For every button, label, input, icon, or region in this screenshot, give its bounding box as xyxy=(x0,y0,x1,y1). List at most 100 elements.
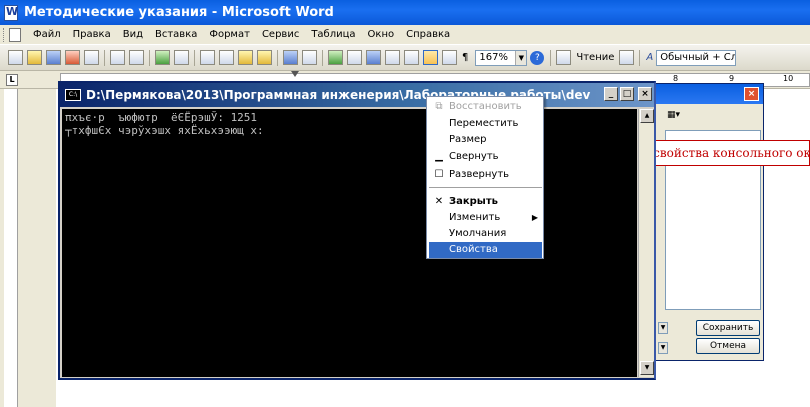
menu-grip xyxy=(3,27,6,42)
ruler-number: 10 xyxy=(783,74,794,83)
menu-insert[interactable]: Вставка xyxy=(149,29,203,40)
read-mode-icon[interactable] xyxy=(556,50,572,65)
spelling-icon[interactable] xyxy=(155,50,170,65)
console-output[interactable]: πхъє·р ъюфютр ёЄЁрэшЎ: 1251 ┬тхфшЄх чэрў… xyxy=(62,109,637,377)
copy-icon[interactable] xyxy=(219,50,234,65)
console-line: ┬тхфшЄх чэрўхэшх яхЁхьхээющ х: xyxy=(65,124,264,137)
read-mode-button[interactable]: Чтение xyxy=(573,52,617,63)
console-scrollbar[interactable]: ▲ ▼ xyxy=(638,109,654,377)
scroll-up-icon[interactable]: ▲ xyxy=(640,109,654,123)
menu-item-restore[interactable]: ⧉ Восстановить xyxy=(429,99,542,115)
toolbar-separator xyxy=(149,49,150,66)
console-title-bar[interactable]: C:\ D:\Пермякова\2013\Программная инжене… xyxy=(60,83,654,107)
toolbar-separator xyxy=(322,49,323,66)
menu-item-label: Размер xyxy=(449,134,487,145)
open-folder-icon[interactable] xyxy=(27,50,42,65)
hyperlink-icon[interactable] xyxy=(328,50,343,65)
tab-selector-icon[interactable]: L xyxy=(6,74,18,86)
insert-table-icon[interactable] xyxy=(366,50,381,65)
word-title-text: Методические указания - Microsoft Word xyxy=(24,5,334,20)
zoom-select[interactable]: 167% ▼ xyxy=(475,49,528,66)
indent-marker-icon[interactable] xyxy=(291,71,299,77)
close-icon: ✕ xyxy=(434,196,444,207)
styles-icon[interactable]: A xyxy=(643,52,656,63)
menu-item-label: Умолчания xyxy=(449,228,507,239)
menu-item-label: Закрыть xyxy=(449,196,498,207)
chevron-down-icon[interactable]: ▼ xyxy=(658,322,668,334)
console-maximize-button[interactable]: □ xyxy=(620,87,634,101)
console-minimize-button[interactable]: _ xyxy=(604,87,618,101)
document-icon[interactable] xyxy=(9,27,21,42)
menu-item-edit[interactable]: Изменить ▶ xyxy=(429,210,542,226)
show-formatting-icon[interactable]: ¶ xyxy=(459,52,471,63)
console-close-button[interactable]: × xyxy=(638,87,652,101)
menu-help[interactable]: Справка xyxy=(400,29,456,40)
menu-tools[interactable]: Сервис xyxy=(256,29,305,40)
print-preview-icon[interactable] xyxy=(129,50,144,65)
screen: Методические указания - Microsoft Word Ф… xyxy=(0,0,810,407)
console-line: πхъє·р ъюфютр ёЄЁрэшЎ: 1251 xyxy=(65,111,258,124)
menu-window[interactable]: Окно xyxy=(362,29,401,40)
drawing-icon[interactable] xyxy=(423,50,438,65)
menu-edit[interactable]: Правка xyxy=(67,29,117,40)
scroll-down-icon[interactable]: ▼ xyxy=(640,361,654,375)
dialog-close-button[interactable]: × xyxy=(744,87,759,101)
menu-item-label: Свернуть xyxy=(449,151,499,162)
print-icon[interactable] xyxy=(110,50,125,65)
toolbar-options-icon[interactable] xyxy=(619,50,635,65)
menu-separator xyxy=(429,187,542,188)
toolbar-separator xyxy=(639,49,641,66)
word-app-icon xyxy=(4,4,18,21)
tables-borders-icon[interactable] xyxy=(347,50,362,65)
chevron-down-icon[interactable]: ▼ xyxy=(658,342,668,354)
toolbar-separator xyxy=(550,49,552,66)
console-icon[interactable]: C:\ xyxy=(65,89,81,101)
columns-icon[interactable] xyxy=(404,50,419,65)
standard-toolbar: ¶ 167% ▼ ? Чтение A Обычный + Сле xyxy=(0,45,810,71)
menu-item-label: Переместить xyxy=(449,118,519,129)
left-margin-area xyxy=(0,89,56,407)
word-title-bar: Методические указания - Microsoft Word xyxy=(0,0,810,25)
system-menu: ⧉ Восстановить Переместить Размер ▁ Свер… xyxy=(426,96,544,259)
minimize-icon: ▁ xyxy=(435,151,443,162)
menu-item-maximize[interactable]: ☐ Развернуть xyxy=(429,167,542,183)
dialog-view-icon[interactable]: ▦▾ xyxy=(667,110,707,124)
menu-file[interactable]: Файл xyxy=(27,29,67,40)
menu-table[interactable]: Таблица xyxy=(305,29,361,40)
menu-item-properties[interactable]: Свойства xyxy=(429,242,542,258)
research-icon[interactable] xyxy=(174,50,189,65)
insert-excel-icon[interactable] xyxy=(385,50,400,65)
menu-item-label: Свойства xyxy=(449,244,498,255)
restore-icon: ⧉ xyxy=(435,101,443,112)
style-select[interactable]: Обычный + Сле xyxy=(656,49,737,66)
cut-icon[interactable] xyxy=(200,50,215,65)
save-button[interactable]: Сохранить xyxy=(696,320,760,336)
zoom-value: 167% xyxy=(479,51,508,63)
email-icon[interactable] xyxy=(84,50,99,65)
format-painter-icon[interactable] xyxy=(257,50,272,65)
menu-item-size[interactable]: Размер xyxy=(429,132,542,148)
permission-icon[interactable] xyxy=(65,50,80,65)
word-menu-bar: Файл Правка Вид Вставка Формат Сервис Та… xyxy=(0,25,810,45)
dialog-title-bar: × xyxy=(645,84,763,104)
menu-item-move[interactable]: Переместить xyxy=(429,116,542,132)
menu-item-defaults[interactable]: Умолчания xyxy=(429,226,542,242)
cancel-button[interactable]: Отмена xyxy=(696,338,760,354)
menu-item-label: Изменить xyxy=(449,212,501,223)
menu-item-label: Восстановить xyxy=(449,101,522,112)
document-map-icon[interactable] xyxy=(442,50,457,65)
save-icon[interactable] xyxy=(46,50,61,65)
paste-icon[interactable] xyxy=(238,50,253,65)
help-icon[interactable]: ? xyxy=(530,50,545,65)
vertical-ruler[interactable] xyxy=(4,89,18,407)
new-document-icon[interactable] xyxy=(8,50,23,65)
maximize-icon: ☐ xyxy=(434,169,444,180)
menu-item-minimize[interactable]: ▁ Свернуть xyxy=(429,149,542,165)
toolbar-separator xyxy=(194,49,195,66)
menu-item-close[interactable]: ✕ Закрыть xyxy=(429,194,542,210)
redo-icon[interactable] xyxy=(302,50,317,65)
menu-format[interactable]: Формат xyxy=(203,29,256,40)
menu-view[interactable]: Вид xyxy=(117,29,149,40)
properties-dialog-background: × ▦▾ ▼ ▼ Сохранить Отмена xyxy=(644,83,764,361)
undo-icon[interactable] xyxy=(283,50,298,65)
